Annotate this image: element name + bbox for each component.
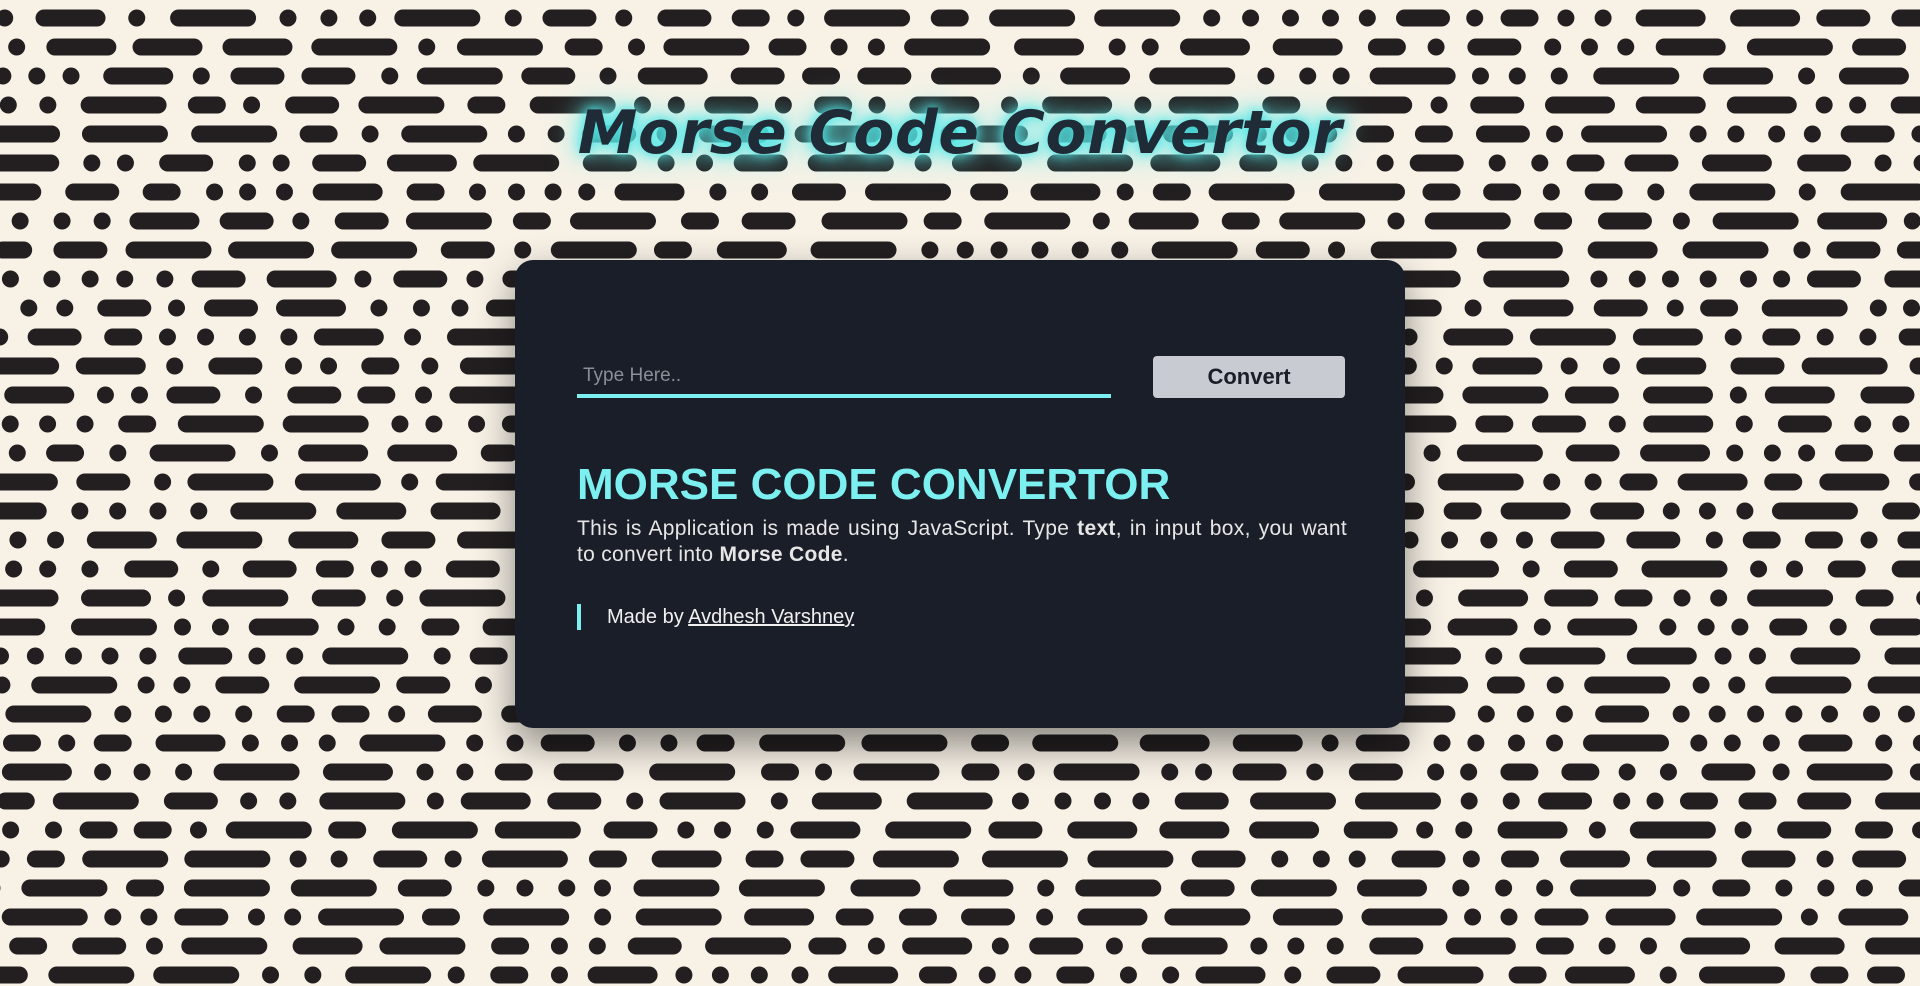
description-bold-morse: Morse Code: [719, 543, 843, 566]
card-heading: MORSE CODE CONVERTOR: [577, 460, 1171, 509]
input-row: Convert: [577, 356, 1347, 402]
converter-card: Convert MORSE CODE CONVERTOR This is App…: [515, 260, 1405, 728]
description-part: .: [842, 543, 849, 566]
description-bold-text: text: [1077, 517, 1116, 540]
description-text: This is Application is made using JavaSc…: [577, 516, 1347, 568]
text-input[interactable]: [577, 358, 1111, 398]
credit-prefix: Made by: [607, 606, 689, 628]
description-part: This is Application is made using JavaSc…: [577, 517, 1078, 540]
page-title: Morse Code Convertor: [577, 98, 1343, 168]
convert-button[interactable]: Convert: [1153, 356, 1345, 398]
author-link[interactable]: Avdhesh Varshney: [688, 606, 854, 628]
credit-line: Made by Avdhesh Varshney: [577, 604, 854, 630]
